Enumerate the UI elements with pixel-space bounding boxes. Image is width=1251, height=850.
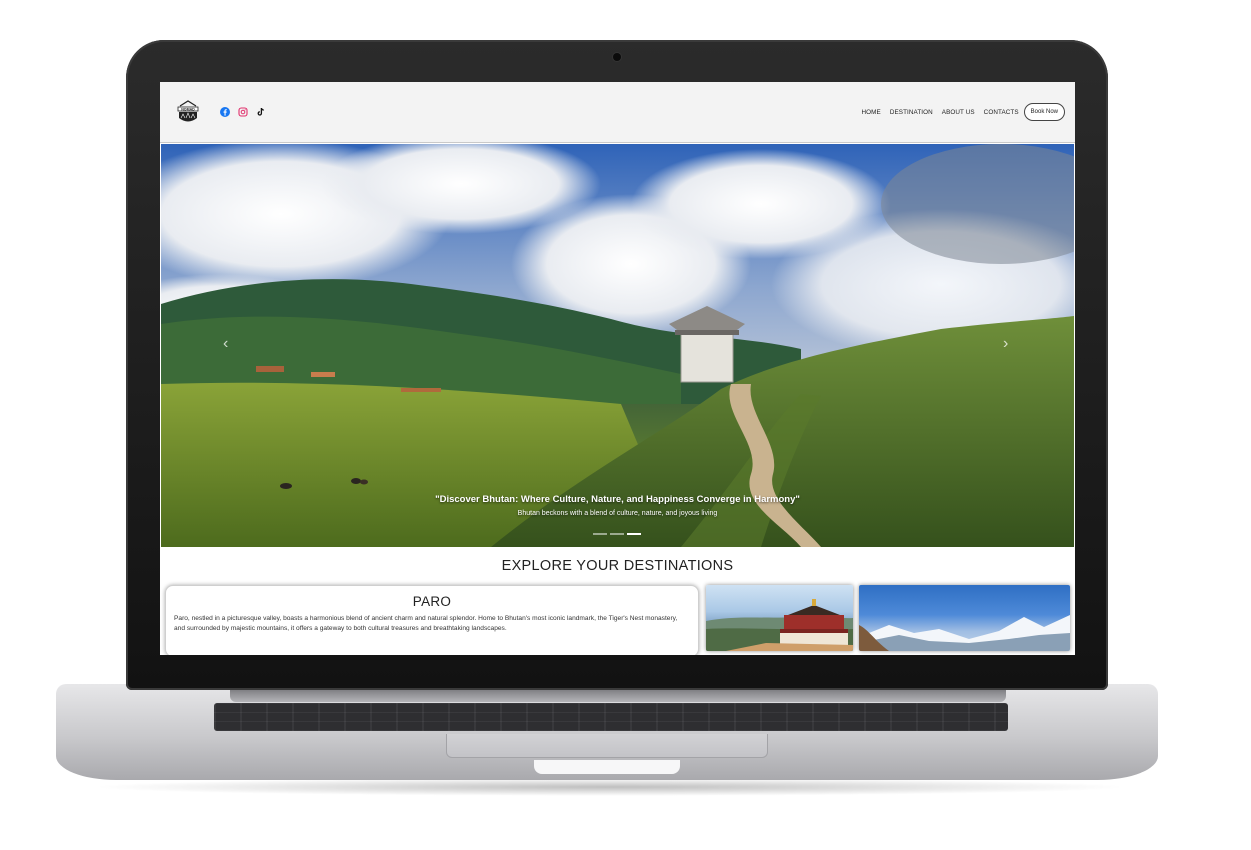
laptop-shadow bbox=[90, 778, 1130, 796]
chevron-right-icon[interactable]: › bbox=[1003, 336, 1008, 352]
destination-image-monastery[interactable] bbox=[706, 585, 853, 651]
nav-contacts[interactable]: CONTACTS bbox=[984, 109, 1019, 116]
laptop-hinge bbox=[230, 688, 1006, 702]
laptop-camera bbox=[613, 53, 621, 61]
instagram-icon[interactable] bbox=[238, 107, 248, 117]
mountains-photo bbox=[859, 615, 1070, 651]
hero-landscape-image bbox=[161, 144, 1074, 547]
destination-card-paro[interactable]: PARO Paro, nestled in a picturesque vall… bbox=[165, 585, 699, 655]
hero-subtitle: Bhutan beckons with a blend of culture, … bbox=[517, 510, 718, 517]
destination-description: Paro, nestled in a picturesque valley, b… bbox=[174, 615, 678, 632]
tiktok-icon[interactable] bbox=[256, 107, 266, 117]
hero-carousel: ‹ › "Discover Bhutan: Where Culture, Nat… bbox=[161, 144, 1074, 547]
destination-name: PARO bbox=[412, 594, 452, 609]
nav-menu: HOME DESTINATION ABOUT US CONTACTS Book … bbox=[862, 103, 1065, 121]
nav-about-us[interactable]: ABOUT US bbox=[942, 109, 975, 116]
monastery-photo bbox=[706, 599, 853, 651]
section-title: EXPLORE YOUR DESTINATIONS bbox=[501, 558, 734, 574]
carousel-indicator-1[interactable] bbox=[593, 533, 607, 535]
facebook-icon[interactable] bbox=[220, 107, 230, 117]
destination-image-mountains[interactable] bbox=[859, 585, 1070, 651]
social-links bbox=[220, 107, 266, 117]
carousel-indicators bbox=[593, 533, 641, 535]
carousel-indicator-3[interactable] bbox=[627, 533, 641, 535]
laptop-notch bbox=[534, 760, 680, 774]
nav-destination[interactable]: DESTINATION bbox=[890, 109, 933, 116]
chevron-left-icon[interactable]: ‹ bbox=[223, 336, 228, 352]
mountain-logo-icon: NOMAD bbox=[177, 100, 199, 122]
site-logo[interactable]: NOMAD bbox=[176, 97, 200, 127]
carousel-indicator-2[interactable] bbox=[610, 533, 624, 535]
laptop-keyboard bbox=[214, 703, 1008, 731]
website-screen: NOMAD HOME DESTINATION ABOUT US CONTACTS… bbox=[160, 82, 1075, 655]
navbar: NOMAD HOME DESTINATION ABOUT US CONTACTS… bbox=[160, 82, 1075, 143]
nav-home[interactable]: HOME bbox=[862, 109, 881, 116]
hero-title: "Discover Bhutan: Where Culture, Nature,… bbox=[435, 494, 800, 505]
logo-text: NOMAD bbox=[181, 107, 195, 111]
book-now-button[interactable]: Book Now bbox=[1023, 103, 1065, 121]
laptop-trackpad bbox=[446, 734, 768, 758]
